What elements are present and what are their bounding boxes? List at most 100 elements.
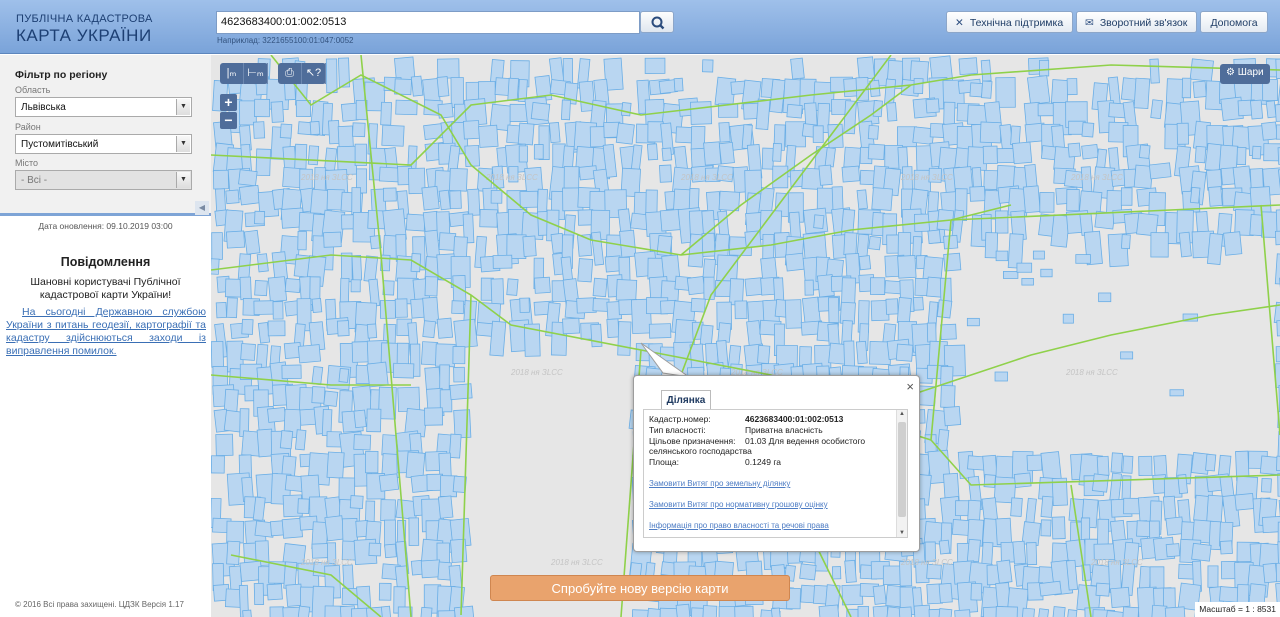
notice-link[interactable]: На сьогодні Державною службою України з … <box>6 306 206 358</box>
parcel <box>1026 75 1051 105</box>
parcel <box>912 296 924 311</box>
parcel <box>507 77 520 102</box>
parcel <box>394 298 408 318</box>
collapse-sidebar-button[interactable]: ◀ <box>195 201 209 215</box>
parcel <box>226 520 245 544</box>
parcel <box>297 230 307 251</box>
close-icon[interactable]: × <box>906 379 914 394</box>
parcel <box>690 101 713 125</box>
scroll-up-icon[interactable]: ▲ <box>897 411 907 417</box>
parcel <box>734 605 754 617</box>
parcel <box>269 606 285 617</box>
parcel <box>384 543 397 559</box>
parcel <box>856 56 875 80</box>
parcel <box>238 184 261 206</box>
parcel <box>225 189 240 205</box>
support-label: Технічна підтримка <box>969 17 1064 29</box>
parcel <box>338 367 350 383</box>
map-watermark: 2018 ня ЗLCC <box>485 173 538 182</box>
parcel <box>940 384 956 408</box>
scroll-thumb[interactable] <box>898 422 906 517</box>
parcel <box>1010 497 1023 517</box>
parcel <box>422 320 436 339</box>
parcel <box>1040 495 1054 518</box>
parcel <box>294 429 307 451</box>
map-watermark: 2018 ня ЗLCC <box>900 173 953 182</box>
parcel <box>1096 455 1110 477</box>
measure-distance-icon[interactable]: |ₘ <box>220 63 244 84</box>
print-icon[interactable]: ⎙ <box>278 63 302 84</box>
identify-icon[interactable]: ↖? <box>302 63 326 84</box>
parcel <box>378 473 400 492</box>
city-select[interactable]: - Всі - ▼ <box>15 170 192 190</box>
parcel <box>790 57 805 80</box>
parcel <box>979 121 1002 144</box>
parcel <box>856 189 868 210</box>
filter-title: Фільтр по регіону <box>15 69 108 81</box>
parcel <box>943 234 959 250</box>
map-watermark: 2018 ня ЗLCC <box>680 173 733 182</box>
parcel <box>240 343 256 361</box>
ownership-info-link[interactable]: Інформація про право власності та речові… <box>649 521 829 530</box>
parcel <box>927 229 942 244</box>
parcel <box>857 605 870 617</box>
parcel <box>1040 268 1053 278</box>
parcel <box>340 102 359 122</box>
parcel <box>937 608 953 617</box>
parcel <box>1189 58 1214 82</box>
parcel <box>1110 452 1124 474</box>
popup-scrollbar[interactable]: ▲ ▼ <box>896 410 907 537</box>
parcel <box>1037 608 1050 617</box>
parcel <box>577 258 594 283</box>
parcel <box>619 229 637 258</box>
parcel <box>533 144 544 160</box>
parcel <box>1261 515 1280 534</box>
order-valuation-link[interactable]: Замовити Витяг про нормативну грошову оц… <box>649 500 828 509</box>
parcel <box>297 344 322 364</box>
order-extract-link[interactable]: Замовити Витяг про земельну ділянку <box>649 479 790 488</box>
parcel <box>1150 99 1163 120</box>
help-button[interactable]: Допомога <box>1200 11 1268 33</box>
new-version-button[interactable]: Спробуйте нову версію карти <box>490 575 790 601</box>
feedback-label: Зворотний зв'язок <box>1099 17 1188 29</box>
scroll-down-icon[interactable]: ▼ <box>897 530 907 536</box>
parcel <box>969 186 986 202</box>
layers-button[interactable]: ⚙ Шари <box>1220 64 1270 84</box>
tab-parcel[interactable]: Ділянка <box>661 390 711 409</box>
parcel <box>267 320 286 337</box>
support-button[interactable]: ✕ Технічна підтримка <box>946 11 1073 33</box>
parcel <box>1121 234 1131 250</box>
parcel <box>349 495 364 509</box>
parcel <box>841 165 861 183</box>
parcel <box>898 606 914 617</box>
parcel <box>267 406 287 423</box>
search-input[interactable]: 4623683400:01:002:0513 <box>216 11 640 34</box>
map-canvas[interactable]: 2018 ня ЗLCC 2018 ня ЗLCC 2018 ня ЗLCC 2018… <box>211 55 1280 617</box>
parcel <box>690 125 706 151</box>
parcel <box>966 538 981 563</box>
parcel <box>254 280 268 297</box>
parcel <box>757 344 771 365</box>
parcel <box>734 300 748 320</box>
parcel <box>784 252 805 272</box>
district-select[interactable]: Пустомитівський ▼ <box>15 134 192 154</box>
parcel <box>981 80 993 99</box>
measure-area-icon[interactable]: ⊢ₘ <box>244 63 268 84</box>
logo[interactable]: ПУБЛІЧНА КАДАСТРОВА КАРТА УКРАЇНИ <box>16 13 153 46</box>
parcel <box>716 254 739 282</box>
zoom-out-button[interactable]: − <box>220 112 237 129</box>
parcel <box>659 164 673 183</box>
parcel <box>267 276 288 303</box>
parcel <box>242 609 253 617</box>
zoom-in-button[interactable]: + <box>220 94 237 111</box>
region-select[interactable]: Львівська ▼ <box>15 97 192 117</box>
feedback-button[interactable]: ✉ Зворотний зв'язок <box>1076 11 1197 33</box>
parcel <box>818 164 833 186</box>
region-label: Область <box>15 85 51 95</box>
parcel <box>437 102 454 119</box>
search-button[interactable] <box>640 11 674 33</box>
parcel <box>661 147 673 162</box>
parcel <box>1263 143 1280 162</box>
parcel <box>479 209 498 228</box>
parcel <box>1122 606 1140 617</box>
